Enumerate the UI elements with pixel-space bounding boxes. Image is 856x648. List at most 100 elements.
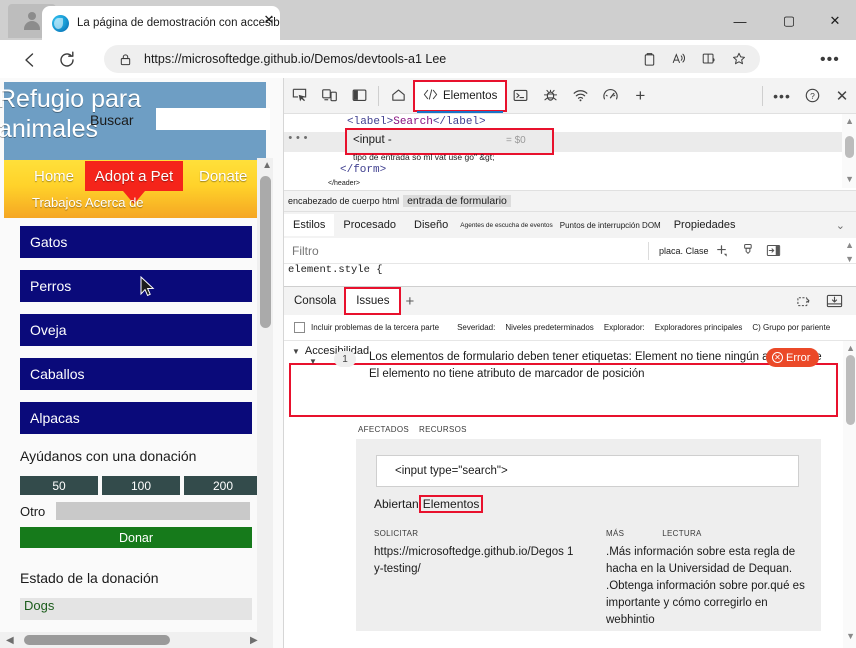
search-input[interactable] (156, 108, 270, 130)
donation-heading: Ayúdanos con una donación (20, 448, 197, 464)
avatar (22, 11, 42, 31)
performance-gauge-icon[interactable] (595, 82, 625, 110)
issues-settings-icon[interactable] (793, 291, 815, 311)
toggle-sidebar-icon[interactable] (761, 241, 787, 261)
breadcrumb-item[interactable]: entrada de formulario (403, 195, 511, 207)
debugger-bug-icon[interactable] (535, 82, 565, 110)
element-style-rule: element.style { (288, 264, 383, 276)
chevron-down-icon[interactable]: ▼ (292, 347, 300, 356)
add-tab-icon[interactable]: + (625, 82, 655, 110)
address-bar[interactable]: https://microsoftedge.github.io/Demos/de… (104, 45, 760, 73)
device-emulation-icon[interactable] (314, 82, 344, 110)
help-icon[interactable]: ? (797, 82, 827, 110)
network-wifi-icon[interactable] (565, 82, 595, 110)
issue-expand-chevron-icon[interactable]: ▼ (309, 357, 317, 366)
severity-select[interactable]: Niveles predeterminados (505, 323, 594, 332)
request-url[interactable]: https://microsoftedge.github.io/Degos 1 … (374, 544, 584, 578)
tab-estilos[interactable]: Estilos (284, 214, 335, 236)
more-info-line2[interactable]: .Obtenga información sobre por.qué es im… (606, 578, 811, 629)
devtools-drawer: Consola Issues + Incluir problemas de la… (284, 286, 856, 648)
devtools-close-icon[interactable]: ✕ (827, 82, 856, 110)
dom-line-label[interactable]: <label>Search</label> (347, 116, 486, 128)
issue-title[interactable]: Los elementos de formulario deben tener … (369, 349, 824, 383)
category-item[interactable]: Perros (20, 270, 252, 302)
styles-filter-input[interactable] (290, 240, 648, 261)
category-item[interactable]: Alpacas (20, 402, 252, 434)
tab-close-icon[interactable]: ✕ (262, 13, 276, 27)
donation-amount-button[interactable]: 200 (184, 476, 262, 495)
browser-select[interactable]: Exploradores principales (655, 323, 743, 332)
breadcrumb-item[interactable]: encabezado de cuerpo html (284, 196, 403, 206)
title-bar: La página de demostración con accesibili… (0, 0, 856, 40)
dom-scroll-down-icon[interactable]: ▼ (845, 174, 854, 184)
tab-diseno[interactable]: Diseño (405, 214, 457, 236)
dock-side-icon[interactable] (344, 82, 374, 110)
group-by-select[interactable]: C) Grupo por pariente (752, 323, 830, 332)
donation-amount-button[interactable]: 100 (102, 476, 180, 495)
dom-tree-scroll-thumb[interactable] (845, 136, 854, 158)
nav-link-acerca-de[interactable]: Acerca de (85, 195, 144, 210)
tab-procesado[interactable]: Procesado (334, 214, 405, 236)
category-item[interactable]: Caballos (20, 358, 252, 390)
scroll-right-arrow-icon[interactable]: ▶ (250, 635, 258, 646)
drawer-add-tab-icon[interactable]: + (405, 293, 414, 310)
tab-issues[interactable]: Issues (344, 287, 402, 315)
reload-button[interactable] (55, 48, 79, 72)
category-item[interactable]: Oveja (20, 314, 252, 346)
nav-link-donate[interactable]: Donate (199, 168, 247, 185)
page-vertical-scroll-thumb[interactable] (260, 176, 271, 328)
include-third-party-checkbox[interactable] (294, 322, 305, 333)
window-close-button[interactable]: ✕ (812, 8, 856, 34)
console-icon[interactable] (505, 82, 535, 110)
nav-link-home[interactable]: Home (34, 168, 74, 185)
eyedropper-icon[interactable] (735, 241, 761, 261)
url-text: https://microsoftedge.github.io/Demos/de… (144, 52, 447, 66)
styles-scroll-down-icon[interactable]: ▼ (845, 254, 854, 264)
category-item[interactable]: Gatos (20, 226, 252, 258)
collections-icon[interactable] (636, 46, 662, 72)
read-aloud-icon[interactable] (666, 46, 692, 72)
open-in-elementos-link[interactable]: Elementos (418, 495, 484, 513)
donate-button[interactable]: Donar (20, 527, 252, 548)
minimize-button[interactable]: — (717, 8, 763, 34)
tab-elementos[interactable]: Elementos (412, 79, 508, 113)
favorites-star-icon[interactable] (726, 46, 752, 72)
more-tools-icon[interactable]: ••• (767, 82, 797, 110)
scroll-up-arrow-icon[interactable]: ▲ (262, 160, 272, 171)
nav-link-trabajos[interactable]: Trabajos (32, 195, 82, 210)
other-amount-row: Otro (20, 502, 266, 520)
issue-code-snippet[interactable]: <input type="search"> (376, 455, 799, 487)
browser-settings-ellipsis[interactable]: ••• (820, 51, 840, 69)
other-amount-input[interactable] (56, 502, 250, 520)
styles-scroll-up-icon[interactable]: ▲ (845, 240, 854, 250)
tab-propiedades[interactable]: Propiedades (665, 214, 745, 236)
drawer-scroll-down-icon[interactable]: ▼ (846, 631, 855, 641)
issue-category-accesibilidad[interactable]: ▼ Accesibilidad (292, 345, 369, 357)
drawer-scroll-up-icon[interactable]: ▲ (846, 343, 855, 353)
back-button[interactable] (18, 48, 42, 72)
chevron-down-icon[interactable]: ⌄ (836, 219, 845, 232)
nav-link-adopt-a-pet[interactable]: Adopt a Pet (85, 161, 183, 204)
immersive-reader-icon[interactable] (696, 46, 722, 72)
dom-row-menu-icon[interactable]: ••• (287, 133, 310, 145)
dock-drawer-icon[interactable] (823, 291, 845, 311)
placa-clase-label[interactable]: placa. Clase (659, 246, 709, 256)
dom-scroll-up-icon[interactable]: ▲ (845, 116, 854, 126)
drawer-scroll-thumb[interactable] (846, 355, 855, 425)
maximize-button[interactable]: ▢ (766, 8, 812, 34)
scroll-left-arrow-icon[interactable]: ◀ (6, 635, 14, 646)
tab-agentes-escucha-eventos[interactable]: Agentes de escucha de eventos (457, 214, 556, 236)
browser-tab[interactable]: La página de demostración con accesibili… (42, 6, 280, 40)
subtab-recursos[interactable]: RECURSOS (419, 425, 467, 434)
tab-consola[interactable]: Consola (284, 289, 346, 313)
styles-filter-row: placa. Clase (284, 238, 856, 264)
more-info-line1[interactable]: .Más información sobre esta regla de hac… (606, 544, 811, 578)
inspect-element-icon[interactable] (284, 82, 314, 110)
code-brackets-icon (423, 88, 438, 104)
donation-amount-button[interactable]: 50 (20, 476, 98, 495)
subtab-afectados[interactable]: AFECTADOS (358, 425, 409, 434)
tab-puntos-interrupcion-dom[interactable]: Puntos de interrupción DOM (556, 214, 665, 236)
home-icon[interactable] (383, 82, 413, 110)
page-horizontal-scroll-thumb[interactable] (24, 635, 170, 645)
add-style-rule-icon[interactable] (709, 241, 735, 261)
